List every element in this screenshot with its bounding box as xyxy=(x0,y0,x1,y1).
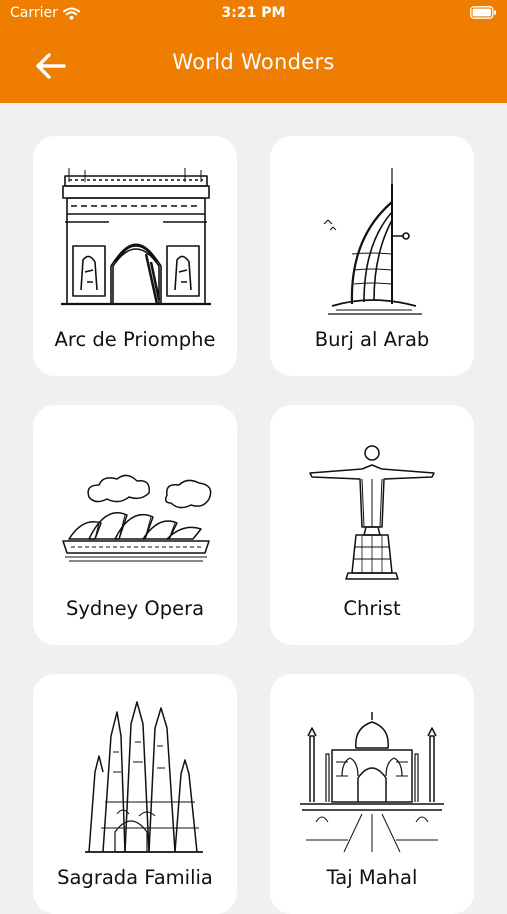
wonder-card-christ[interactable]: Christ xyxy=(270,405,474,645)
burj-al-arab-sketch xyxy=(323,168,422,315)
wonder-card-label: Taj Mahal xyxy=(326,866,418,889)
wonder-card-label: Christ xyxy=(343,597,401,620)
sydney-opera-sketch xyxy=(62,474,212,562)
status-bar: Carrier 3:21 PM xyxy=(0,0,507,28)
nav-header: Carrier 3:21 PM World Wonders xyxy=(0,0,507,103)
sagrada-familia-sketch xyxy=(85,701,203,853)
christ-the-redeemer-sketch xyxy=(309,445,435,580)
arc-de-triomphe-sketch xyxy=(61,168,211,306)
page-title: World Wonders xyxy=(172,50,335,74)
taj-mahal-sketch xyxy=(300,712,444,853)
wonder-card-label: Sagrada Familia xyxy=(57,866,213,889)
wonder-card-label: Burj al Arab xyxy=(314,328,430,351)
wonder-card-burj-al-arab[interactable]: Burj al Arab xyxy=(270,136,474,376)
wonder-card-arc-de-triomphe[interactable]: Arc de Priomphe xyxy=(33,136,237,376)
wonder-card-label: Arc de Priomphe xyxy=(54,328,216,351)
battery-icon xyxy=(470,6,497,23)
wonder-card-sydney-opera[interactable]: Sydney Opera xyxy=(33,405,237,645)
wonder-card-taj-mahal[interactable]: Taj Mahal xyxy=(270,674,474,914)
wonder-card-sagrada-familia[interactable]: Sagrada Familia xyxy=(33,674,237,914)
wonder-card-label: Sydney Opera xyxy=(65,597,205,620)
status-time: 3:21 PM xyxy=(221,5,286,21)
wonders-grid: Arc de Priomphe Burj al Arab Sydney Oper… xyxy=(0,103,507,914)
